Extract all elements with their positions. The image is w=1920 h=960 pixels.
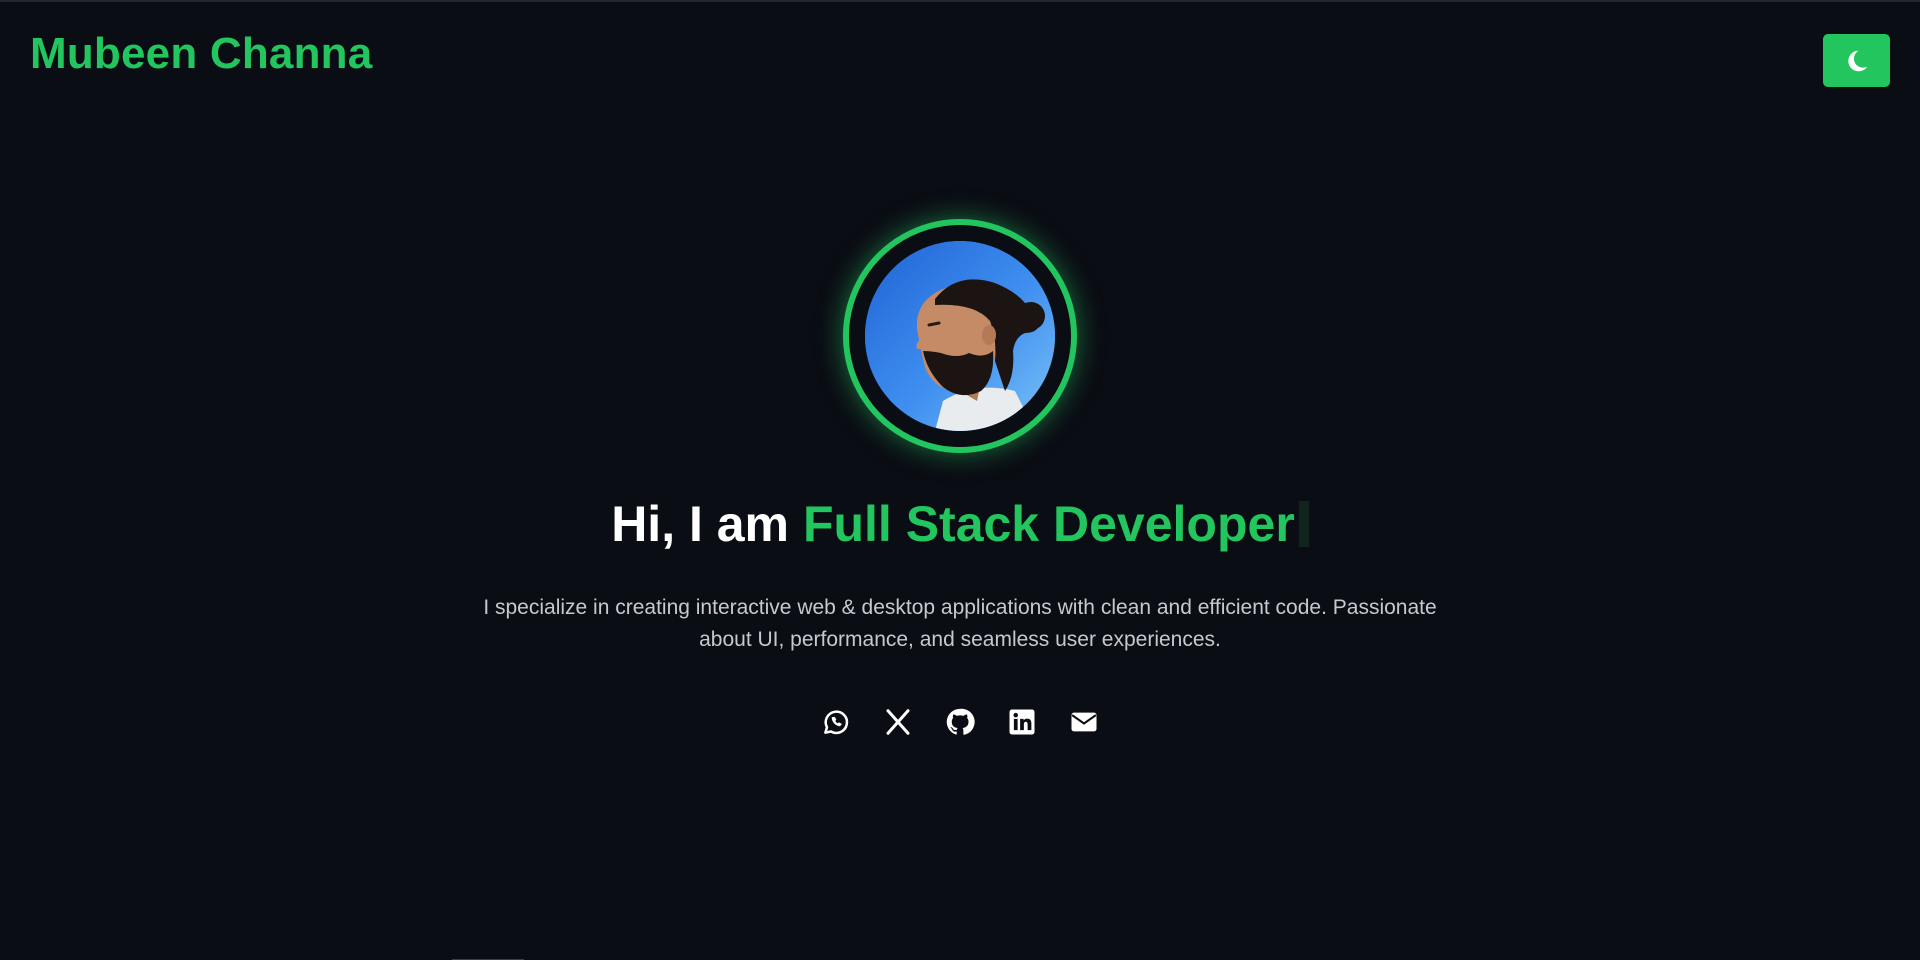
linkedin-link[interactable] [991,702,1053,742]
envelope-icon [1071,712,1097,732]
page: Mubeen Channa Hi, I am Full Stack Develo… [0,0,1920,960]
x-link[interactable] [867,702,929,742]
linkedin-icon [1009,709,1035,735]
hero-headline: Hi, I am Full Stack Developer [0,492,1920,556]
whatsapp-icon [824,710,849,735]
avatar [865,241,1055,431]
role-text: Full Stack Developer [802,496,1295,552]
whatsapp-link[interactable] [805,702,867,742]
avatar-portrait-image [865,241,1055,431]
github-link[interactable] [929,702,991,742]
hero-section: Hi, I am Full Stack Developer I speciali… [0,2,1920,960]
email-link[interactable] [1053,702,1115,742]
avatar-ring [843,219,1077,453]
typing-cursor [1298,501,1309,547]
x-icon [886,709,910,735]
social-links [0,702,1920,742]
greeting-text: Hi, I am [611,496,790,552]
github-icon [946,708,975,735]
bio-text: I specialize in creating interactive web… [483,596,1437,651]
